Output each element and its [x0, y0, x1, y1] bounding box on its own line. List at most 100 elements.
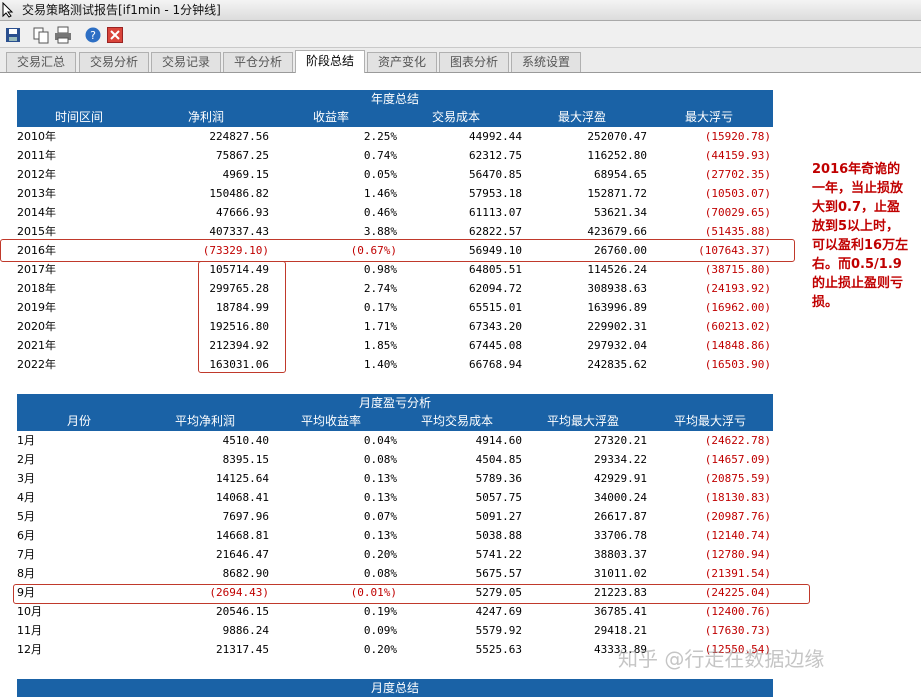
save-icon[interactable]: [3, 25, 23, 45]
monthly-cell: 5579.92: [475, 624, 522, 637]
monthly-row: 2月 8395.15 0.08% 4504.85 29334.22 (14657.09): [17, 450, 773, 469]
yearly-cell: (24193.92): [704, 282, 771, 295]
monthly-cell: 5091.27: [475, 510, 522, 523]
monthly-cell: (12780.94): [704, 548, 771, 561]
yearly-cell: (70029.65): [704, 206, 771, 219]
yearly-cell: 67445.08: [469, 339, 522, 352]
tab-bar: 交易汇总 交易分析 交易记录 平仓分析 阶段总结 资产变化 图表分析 系统设置: [0, 48, 921, 73]
yearly-cell: 2020年: [17, 320, 56, 333]
monthly-cell: 36785.41: [594, 605, 647, 618]
monthly-cell: 38803.37: [594, 548, 647, 561]
monthly-cell: 12月: [17, 643, 42, 656]
monthly-cell: 0.08%: [363, 453, 397, 466]
monthly-cell: 5月: [17, 510, 35, 523]
highlight-2016-row: [0, 239, 795, 262]
yearly-row: 2019年 18784.99 0.17% 65515.01 163996.89 (1696…: [17, 298, 773, 317]
monthly-cell: (14657.09): [704, 453, 771, 466]
tab-system-settings[interactable]: 系统设置: [511, 52, 581, 72]
yearly-cell: 1.46%: [363, 187, 397, 200]
yearly-col-net-profit: 净利润: [188, 110, 225, 124]
monthly-section-title: 月度盈亏分析: [17, 394, 773, 412]
yearly-row: 2022年 163031.06 1.40% 66768.94 242835.62 (165…: [17, 355, 773, 374]
yearly-cell: 242835.62: [587, 358, 647, 371]
monthly-cell: 29418.21: [594, 624, 647, 637]
yearly-row: 2012年 4969.15 0.05% 56470.85 68954.65 (27702.…: [17, 165, 773, 184]
monthly-row: 7月 21646.47 0.20% 5741.22 38803.37 (12780.94): [17, 545, 773, 564]
yearly-cell: 56470.85: [469, 168, 522, 181]
yearly-cell: 68954.65: [594, 168, 647, 181]
yearly-col-max-gain: 最大浮盈: [558, 110, 607, 124]
yearly-row: 2014年 47666.93 0.46% 61113.07 53621.34 (70029…: [17, 203, 773, 222]
monthly-cell: (24622.78): [704, 434, 771, 447]
monthly-row: 11月 9886.24 0.09% 5579.92 29418.21 (17630.73): [17, 621, 773, 640]
monthly-cell: 29334.22: [594, 453, 647, 466]
yearly-cell: 2017年: [17, 263, 56, 276]
tab-trade-records[interactable]: 交易记录: [151, 52, 221, 72]
monthly-cell: 34000.24: [594, 491, 647, 504]
yearly-col-max-loss: 最大浮亏: [685, 110, 734, 124]
monthly-cell: 27320.21: [594, 434, 647, 447]
monthly-cell: 0.13%: [363, 472, 397, 485]
yearly-cell: (14848.86): [704, 339, 771, 352]
yearly-cell: 0.46%: [363, 206, 397, 219]
monthly-row: 8月 8682.90 0.08% 5675.57 31011.02 (21391.54): [17, 564, 773, 583]
yearly-cell: (16962.00): [704, 301, 771, 314]
monthly-cell: 5789.36: [475, 472, 522, 485]
monthly-cell: 5741.22: [475, 548, 522, 561]
monthly-row: 5月 7697.96 0.07% 5091.27 26617.87 (20987.76): [17, 507, 773, 526]
tab-close-analysis[interactable]: 平仓分析: [223, 52, 293, 72]
yearly-row: 2011年 75867.25 0.74% 62312.75 116252.80 (4415…: [17, 146, 773, 165]
yearly-cell: 2014年: [17, 206, 56, 219]
yearly-row: 2018年 299765.28 2.74% 62094.72 308938.63 (241…: [17, 279, 773, 298]
monthly-cell: 4510.40: [222, 434, 269, 447]
yearly-cell: 150486.82: [209, 187, 269, 200]
close-icon[interactable]: [105, 25, 125, 45]
yearly-section-title: 年度总结: [17, 90, 773, 108]
monthly-cell: 14068.41: [216, 491, 269, 504]
yearly-cell: 61113.07: [469, 206, 522, 219]
yearly-cell: 0.74%: [363, 149, 397, 162]
monthly-cell: 6月: [17, 529, 35, 542]
watermark-text: 知乎 @行走在数据边缘: [618, 647, 825, 671]
tab-trade-summary[interactable]: 交易汇总: [6, 52, 76, 72]
tab-chart-analysis[interactable]: 图表分析: [439, 52, 509, 72]
window-titlebar: 交易策略测试报告[if1min - 1分钟线]: [0, 0, 921, 21]
monthly-row: 3月 14125.64 0.13% 5789.36 42929.91 (20875.59): [17, 469, 773, 488]
yearly-col-return: 收益率: [313, 110, 350, 124]
monthly-cell: (20987.76): [704, 510, 771, 523]
yearly-cell: 163996.89: [587, 301, 647, 314]
monthly-cell: 3月: [17, 472, 35, 485]
tab-stage-summary[interactable]: 阶段总结: [295, 50, 365, 73]
monthly-cell: 5525.63: [475, 643, 522, 656]
monthly-cell: (12140.74): [704, 529, 771, 542]
yearly-cell: 2010年: [17, 130, 56, 143]
monthly-cell: 8395.15: [222, 453, 269, 466]
yearly-cell: 2011年: [17, 149, 56, 162]
yearly-cell: (10503.07): [704, 187, 771, 200]
monthly-cell: 1月: [17, 434, 35, 447]
yearly-cell: 224827.56: [209, 130, 269, 143]
monthly-cell: 9886.24: [222, 624, 269, 637]
print-icon[interactable]: [53, 25, 73, 45]
monthly-cell: (21391.54): [704, 567, 771, 580]
monthly-cell: 20546.15: [216, 605, 269, 618]
cursor-icon: [2, 2, 14, 18]
help-icon[interactable]: ?: [83, 25, 103, 45]
yearly-header-row: 时间区间 净利润 收益率 交易成本 最大浮盈 最大浮亏: [17, 108, 773, 127]
monthly-cell: 14125.64: [216, 472, 269, 485]
yearly-row: 2010年 224827.56 2.25% 44992.44 252070.47 (159…: [17, 127, 773, 146]
monthly-row: 6月 14668.81 0.13% 5038.88 33706.78 (12140.74): [17, 526, 773, 545]
highlight-profit-column: [198, 261, 286, 373]
monthly-cell: (20875.59): [704, 472, 771, 485]
yearly-cell: (38715.80): [704, 263, 771, 276]
yearly-cell: 2012年: [17, 168, 56, 181]
tab-trade-analysis[interactable]: 交易分析: [79, 52, 149, 72]
tab-asset-change[interactable]: 资产变化: [367, 52, 437, 72]
yearly-cell: 0.05%: [363, 168, 397, 181]
yearly-cell: 75867.25: [216, 149, 269, 162]
yearly-cell: (16503.90): [704, 358, 771, 371]
yearly-cell: 2021年: [17, 339, 56, 352]
yearly-cell: 152871.72: [587, 187, 647, 200]
monthly-cell: 4247.69: [475, 605, 522, 618]
copy-icon[interactable]: [31, 25, 51, 45]
